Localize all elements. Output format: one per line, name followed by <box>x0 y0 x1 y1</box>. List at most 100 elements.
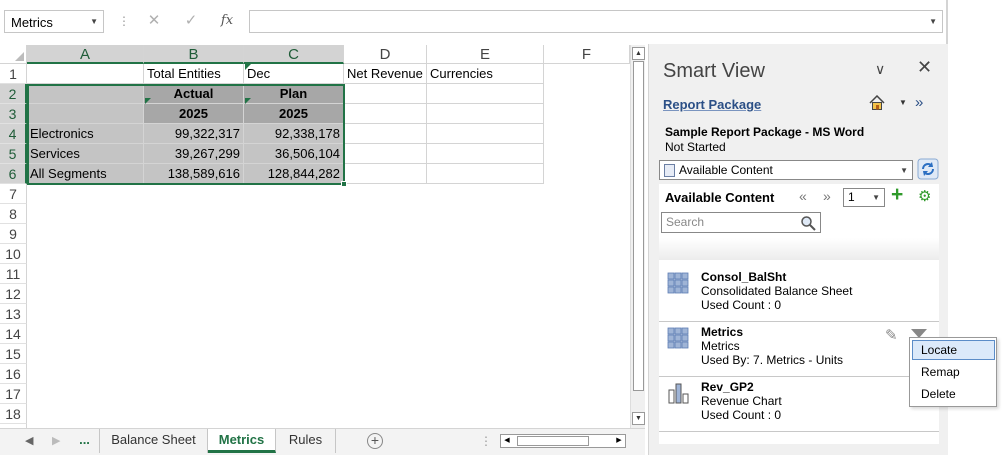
horizontal-scroll-thumb[interactable] <box>517 436 589 446</box>
refresh-icon[interactable] <box>917 158 939 180</box>
home-icon[interactable] <box>869 95 885 111</box>
cell-b6[interactable]: 138,589,616 <box>144 164 244 184</box>
column-header-c[interactable]: C <box>244 45 344 64</box>
row-header-18[interactable]: 18 <box>0 404 27 424</box>
row-header-11[interactable]: 11 <box>0 264 27 284</box>
list-item[interactable]: Consol_BalSht Consolidated Balance Sheet… <box>659 270 939 322</box>
next-sheet-icon[interactable]: ▶ <box>52 434 60 447</box>
horizontal-scrollbar[interactable]: ◀ ▶ <box>500 434 626 448</box>
row-header-12[interactable]: 12 <box>0 284 27 304</box>
prev-sheet-icon[interactable]: ◀ <box>25 434 33 447</box>
pane-options-chevron-icon[interactable]: ∨ <box>875 61 885 78</box>
column-header-b[interactable]: B <box>144 45 244 64</box>
cell-c5[interactable]: 36,506,104 <box>244 144 344 164</box>
pencil-icon[interactable]: ✎ <box>885 326 898 344</box>
column-header-f[interactable]: F <box>544 45 630 64</box>
select-all-corner[interactable] <box>0 45 27 64</box>
close-icon[interactable]: ✕ <box>917 57 932 78</box>
expand-formula-icon[interactable]: ▼ <box>929 17 937 26</box>
cell-a4[interactable]: Electronics <box>27 124 144 144</box>
cell-b2[interactable]: Actual <box>144 84 244 104</box>
cell-b1[interactable]: Total Entities <box>144 64 244 84</box>
gear-icon[interactable]: ⚙ <box>918 187 931 205</box>
row-header-4[interactable]: 4 <box>0 124 27 144</box>
prev-page-icon[interactable]: « <box>799 188 807 204</box>
scroll-left-icon[interactable]: ◀ <box>501 435 513 447</box>
menu-item-locate[interactable]: Locate <box>912 340 995 360</box>
cell-e6[interactable] <box>427 164 544 184</box>
menu-item-remap[interactable]: Remap <box>912 362 995 382</box>
row-header-2[interactable]: 2 <box>0 84 27 104</box>
row-header-9[interactable]: 9 <box>0 224 27 244</box>
report-package-link[interactable]: Report Package <box>663 97 761 112</box>
row-header-1[interactable]: 1 <box>0 64 27 84</box>
row-header-3[interactable]: 3 <box>0 104 27 124</box>
cell-a5[interactable]: Services <box>27 144 144 164</box>
row-header-14[interactable]: 14 <box>0 324 27 344</box>
more-sheets-button[interactable]: ... <box>70 429 100 453</box>
row-header-10[interactable]: 10 <box>0 244 27 264</box>
menu-item-delete[interactable]: Delete <box>912 384 995 404</box>
scroll-up-icon[interactable]: ▲ <box>632 47 645 60</box>
worksheet-grid[interactable]: ABCDEF 12345678910111213141516171819 Tot… <box>0 45 630 428</box>
vertical-scrollbar[interactable]: ▲ ▼ <box>630 45 645 428</box>
content-type-select[interactable]: Available Content ▼ <box>659 160 913 180</box>
cell-a3[interactable] <box>27 104 144 124</box>
list-item[interactable]: Rev_GP2 Revenue Chart Used Count : 0 <box>659 380 939 432</box>
cell-a2[interactable] <box>27 84 144 104</box>
cell-d6[interactable] <box>344 164 427 184</box>
scroll-down-icon[interactable]: ▼ <box>632 412 645 425</box>
row-header-16[interactable]: 16 <box>0 364 27 384</box>
scroll-right-icon[interactable]: ▶ <box>613 435 625 447</box>
cell-c3[interactable]: 2025 <box>244 104 344 124</box>
name-box[interactable]: Metrics ▼ <box>4 10 104 33</box>
add-icon[interactable]: + <box>891 183 903 207</box>
cell-c6[interactable]: 128,844,282 <box>244 164 344 184</box>
cell-b5[interactable]: 39,267,299 <box>144 144 244 164</box>
expand-pane-icon[interactable]: » <box>915 94 923 111</box>
cell-e1[interactable]: Currencies <box>427 64 544 84</box>
cell-c1[interactable]: Dec <box>244 64 344 84</box>
row-header-7[interactable]: 7 <box>0 184 27 204</box>
row-header-5[interactable]: 5 <box>0 144 27 164</box>
row-header-6[interactable]: 6 <box>0 164 27 184</box>
column-header-d[interactable]: D <box>344 45 427 64</box>
next-page-icon[interactable]: » <box>823 188 831 204</box>
cell-a6[interactable]: All Segments <box>27 164 144 184</box>
insert-function-icon[interactable]: fx <box>215 11 239 31</box>
cell-e4[interactable] <box>427 124 544 144</box>
cancel-icon[interactable]: ✕ <box>142 11 166 31</box>
cell-e3[interactable] <box>427 104 544 124</box>
page-select[interactable]: 1 ▼ <box>843 188 885 207</box>
cell-d2[interactable] <box>344 84 427 104</box>
row-header-17[interactable]: 17 <box>0 384 27 404</box>
tab-rules[interactable]: Rules <box>276 429 336 453</box>
column-header-a[interactable]: A <box>27 45 144 64</box>
tab-split-grip-icon[interactable]: ⋮ <box>480 434 492 448</box>
cell-b4[interactable]: 99,322,317 <box>144 124 244 144</box>
cell-a1[interactable] <box>27 64 144 84</box>
cell-c4[interactable]: 92,338,178 <box>244 124 344 144</box>
enter-icon[interactable]: ✓ <box>179 11 203 31</box>
cell-d1[interactable]: Net Revenue <box>344 64 427 84</box>
search-input[interactable]: Search <box>661 212 821 233</box>
cell-b3[interactable]: 2025 <box>144 104 244 124</box>
cell-d4[interactable] <box>344 124 427 144</box>
add-sheet-button[interactable]: + <box>367 433 383 449</box>
column-header-e[interactable]: E <box>427 45 544 64</box>
list-item[interactable]: Metrics Metrics Used By: 7. Metrics - Un… <box>659 325 939 377</box>
home-dropdown-icon[interactable]: ▼ <box>899 98 907 107</box>
chevron-down-icon[interactable]: ▼ <box>872 193 880 202</box>
tab-balance-sheet[interactable]: Balance Sheet <box>100 429 208 453</box>
cell-d5[interactable] <box>344 144 427 164</box>
tab-metrics[interactable]: Metrics <box>208 429 276 453</box>
fill-handle[interactable] <box>341 181 347 187</box>
formula-input[interactable]: ▼ <box>249 10 943 33</box>
cell-d3[interactable] <box>344 104 427 124</box>
cell-e5[interactable] <box>427 144 544 164</box>
row-header-15[interactable]: 15 <box>0 344 27 364</box>
chevron-down-icon[interactable]: ▼ <box>900 166 908 175</box>
row-header-13[interactable]: 13 <box>0 304 27 324</box>
scroll-thumb[interactable] <box>633 61 644 391</box>
row-header-8[interactable]: 8 <box>0 204 27 224</box>
